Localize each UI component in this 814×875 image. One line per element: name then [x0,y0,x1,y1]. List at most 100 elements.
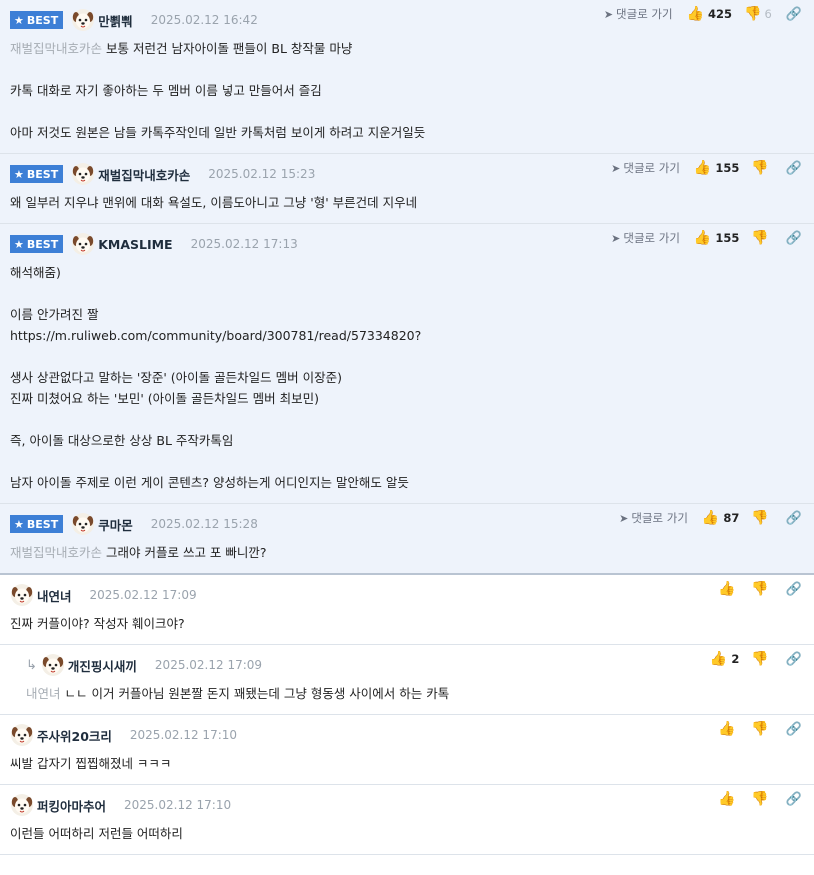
comment-actions: ➤ 댓글로 가기 👍 155 👎 🔗 [611,230,802,246]
link-icon[interactable]: 🔗 [786,511,802,526]
like-button[interactable]: 👍 2 [710,651,739,667]
star-icon: ★ [14,167,24,181]
timestamp: 2025.02.12 17:10 [129,728,238,742]
like-button[interactable]: 👍 425 [687,6,732,22]
comment-text: 진짜 미쳤어요 하는 '보민' (아이돌 골든차일드 멤버 최보민) [10,391,319,406]
dislike-button[interactable]: 👎 [751,581,771,597]
like-button[interactable]: 👍 155 [694,230,739,246]
link-icon[interactable]: 🔗 [786,7,802,22]
comment-line: 왜 일부러 지우냐 맨위에 대화 욕설도, 이름도아니고 그냥 '형' 부른건데… [10,192,804,213]
goto-comment-link[interactable]: ➤ 댓글로 가기 [611,160,680,176]
thumbs-up-icon: 👍 [686,6,705,22]
avatar[interactable] [71,232,95,256]
link-icon[interactable]: 🔗 [786,792,802,807]
link-icon[interactable]: 🔗 [786,722,802,737]
comment-line: 해석해줌) [10,262,804,283]
link-icon[interactable]: 🔗 [786,652,802,667]
link-icon[interactable]: 🔗 [786,161,802,176]
comment-line: 카톡 대화로 자기 좋아하는 두 멤버 이름 넣고 만들어서 즐김 [10,80,804,101]
navigate-arrow-icon: ➤ [611,161,621,175]
dislike-button[interactable]: 👎 [751,510,771,526]
goto-comment-link[interactable]: ➤ 댓글로 가기 [604,6,673,22]
comment-text: 즉, 아이돌 대상으로한 상상 BL 주작카톡임 [10,433,234,448]
avatar[interactable] [10,723,34,747]
comment-text: ㄴㄴ 이거 커플아님 원본짤 돈지 꽤됐는데 그냥 형동생 사이에서 하는 카톡 [64,686,450,701]
comment-item: ★ BEST 쿠마몬 2025.02.12 15:28 ➤ 댓글로 가기 👍 87 [0,504,814,575]
thumbs-up-icon: 👍 [717,791,736,807]
reply-arrow-icon: ↳ [26,657,37,673]
avatar[interactable] [41,653,65,677]
dislike-button[interactable]: 👎 [751,791,771,807]
best-badge: ★ BEST [10,165,64,183]
star-icon: ★ [14,237,24,251]
like-button[interactable]: 👍 87 [702,510,739,526]
comment-line [10,101,804,122]
comment-text: 아마 저것도 원본은 남들 카톡주작인데 일반 카톡처럼 보이게 하려고 지운거… [10,125,426,140]
avatar[interactable] [71,512,95,536]
mention-name[interactable]: 재벌집막내호카손 [10,41,102,56]
goto-comment-link[interactable]: ➤ 댓글로 가기 [611,230,680,246]
dislike-button[interactable]: 👎 [751,721,771,737]
comment-text: 이름 안가려진 짤 [10,307,99,322]
avatar[interactable] [71,162,95,186]
comment-item: ↳ 개진핑시새끼 2025.02.12 17:09 👍 2 👎 🔗 내연녀 ㄴㄴ… [0,645,814,715]
dislike-button[interactable]: 👎 [751,160,771,176]
avatar[interactable] [10,793,34,817]
comment-line: 즉, 아이돌 대상으로한 상상 BL 주작카톡임 [10,430,804,451]
nickname[interactable]: 개진핑시새끼 [68,656,137,675]
comment-body: 해석해줌) 이름 안가려진 짤 https://m.ruliweb.com/comm… [10,262,804,493]
timestamp: 2025.02.12 17:09 [89,588,197,602]
comment-header: ↳ 개진핑시새끼 2025.02.12 17:09 [26,653,804,677]
thumbs-down-icon: 👎 [751,510,769,526]
like-button[interactable]: 👍 [718,581,739,597]
like-button[interactable]: 👍 [718,791,739,807]
comment-line: 내연녀 ㄴㄴ 이거 커플아님 원본짤 돈지 꽤됐는데 그냥 형동생 사이에서 하는… [26,683,804,704]
comment-line [10,59,804,80]
comment-header: 내연녀 2025.02.12 17:09 [10,583,804,607]
nickname[interactable]: 주사위20크리 [37,726,112,745]
like-button[interactable]: 👍 155 [694,160,739,176]
mention-name[interactable]: 내연녀 [26,686,61,701]
comment-line: https://m.ruliweb.com/community/board/30… [10,325,804,346]
dislike-button[interactable]: 👎 [751,230,771,246]
best-label: BEST [26,237,59,251]
comment-text: 보통 저런건 남자아이돌 팬들이 BL 창작물 마냥 [106,41,353,56]
goto-comment-link[interactable]: ➤ 댓글로 가기 [619,510,688,526]
nickname[interactable]: 만뾝뿨 [98,11,133,30]
like-button[interactable]: 👍 [718,721,739,737]
thumbs-up-icon: 👍 [717,721,736,737]
goto-label: 댓글로 가기 [616,7,673,21]
mention-name[interactable]: 재벌집막내호카손 [10,545,102,560]
nickname[interactable]: 쿠마몬 [98,515,133,534]
comment-text: 남자 아이돌 주제로 이런 게이 콘텐츠? 양성하는게 어디인지는 말안해도 알… [10,475,409,490]
comment-body: 재벌집막내호카손 그래야 커플로 쓰고 포 빠니깐? [10,542,804,563]
thumbs-down-icon: 👎 [744,6,762,22]
comment-actions: 👍 2 👎 🔗 [710,651,802,667]
dislike-button[interactable]: 👎 [751,651,771,667]
like-count: 155 [715,231,740,245]
comment-text: 진짜 커플이야? 작성자 훼이크야? [10,616,185,631]
nickname[interactable]: 재벌집막내호카손 [98,165,190,184]
thumbs-down-icon: 👎 [751,581,769,597]
comment-line: 이런들 어떠하리 저런들 어떠하리 [10,823,804,844]
thumbs-up-icon: 👍 [693,230,712,246]
avatar[interactable] [10,583,34,607]
avatar[interactable] [71,8,95,32]
comment-line: 진짜 커플이야? 작성자 훼이크야? [10,613,804,634]
nickname[interactable]: 내연녀 [37,586,72,605]
link-icon[interactable]: 🔗 [786,582,802,597]
timestamp: 2025.02.12 17:13 [190,237,298,251]
comment-line: 진짜 미쳤어요 하는 '보민' (아이돌 골든차일드 멤버 최보민) [10,388,804,409]
nickname[interactable]: 퍼킹아마추어 [37,796,106,815]
navigate-arrow-icon: ➤ [603,7,614,21]
thumbs-down-icon: 👎 [751,230,769,246]
dislike-button[interactable]: 👎 6 [744,6,772,22]
link-icon[interactable]: 🔗 [786,231,802,246]
comment-actions: 👍 👎 🔗 [718,581,802,597]
comment-actions: 👍 👎 🔗 [718,721,802,737]
goto-label: 댓글로 가기 [623,231,680,245]
nickname[interactable]: KMASLIME [98,237,172,252]
comment-text: 카톡 대화로 자기 좋아하는 두 멤버 이름 넣고 만들어서 즐김 [10,83,322,98]
dog-avatar-icon [11,794,33,816]
comment-line: 남자 아이돌 주제로 이런 게이 콘텐츠? 양성하는게 어디인지는 말안해도 알… [10,472,804,493]
